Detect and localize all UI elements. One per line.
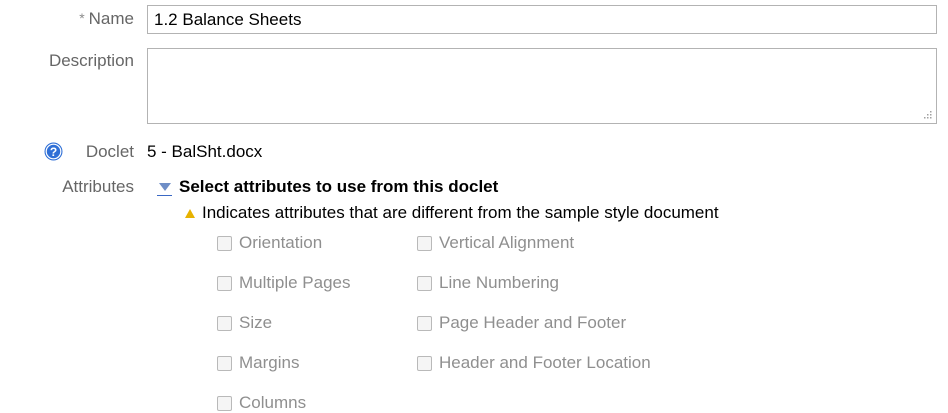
name-label: * Name [79,9,134,29]
checkbox-label: Orientation [239,233,323,252]
checkbox-label: Line Numbering [439,273,560,292]
attributes-hint: Indicates attributes that are different … [185,203,719,223]
name-label-text: Name [88,9,134,28]
warning-triangle-icon [185,209,195,218]
checkbox-page-header-footer[interactable]: Page Header and Footer [417,313,626,333]
checkbox-box[interactable] [217,315,232,331]
attributes-hint-text: Indicates attributes that are different … [202,203,719,222]
checkbox-label: Multiple Pages [239,273,351,292]
description-input[interactable] [147,48,937,124]
description-label: Description [48,51,134,70]
name-input[interactable] [147,5,937,34]
attributes-disclosure-toggle[interactable]: Select attributes to use from this docle… [157,177,499,197]
checkbox-orientation[interactable]: Orientation [217,233,322,253]
checkbox-label: Size [239,313,273,332]
checkbox-label: Margins [239,353,300,372]
attributes-label: Attributes [62,177,134,196]
checkbox-margins[interactable]: Margins [217,353,299,373]
checkbox-vertical-alignment[interactable]: Vertical Alignment [417,233,574,253]
checkbox-size[interactable]: Size [217,313,272,333]
checkbox-box[interactable] [417,275,432,291]
checkbox-box[interactable] [217,395,232,411]
doclet-label: Doclet [85,142,134,161]
resize-grip-icon[interactable] [923,110,933,120]
svg-text:?: ? [50,145,57,159]
checkbox-box[interactable] [417,315,432,331]
attributes-section-title: Select attributes to use from this docle… [179,177,499,196]
checkbox-multiple-pages[interactable]: Multiple Pages [217,273,351,293]
doclet-value: 5 - BalSht.docx [147,142,263,161]
question-circle-icon[interactable]: ? [44,142,63,161]
checkbox-box[interactable] [417,355,432,371]
required-indicator: * [79,10,85,26]
chevron-down-icon[interactable] [157,180,172,196]
checkbox-box[interactable] [217,355,232,371]
checkbox-box[interactable] [217,275,232,291]
checkbox-line-numbering[interactable]: Line Numbering [417,273,559,293]
checkbox-columns[interactable]: Columns [217,393,306,413]
checkbox-label: Header and Footer Location [439,353,651,372]
checkbox-header-footer-location[interactable]: Header and Footer Location [417,353,651,373]
checkbox-label: Vertical Alignment [439,233,575,252]
checkbox-box[interactable] [417,235,432,251]
checkbox-label: Columns [239,393,307,412]
checkbox-box[interactable] [217,235,232,251]
checkbox-label: Page Header and Footer [439,313,627,332]
